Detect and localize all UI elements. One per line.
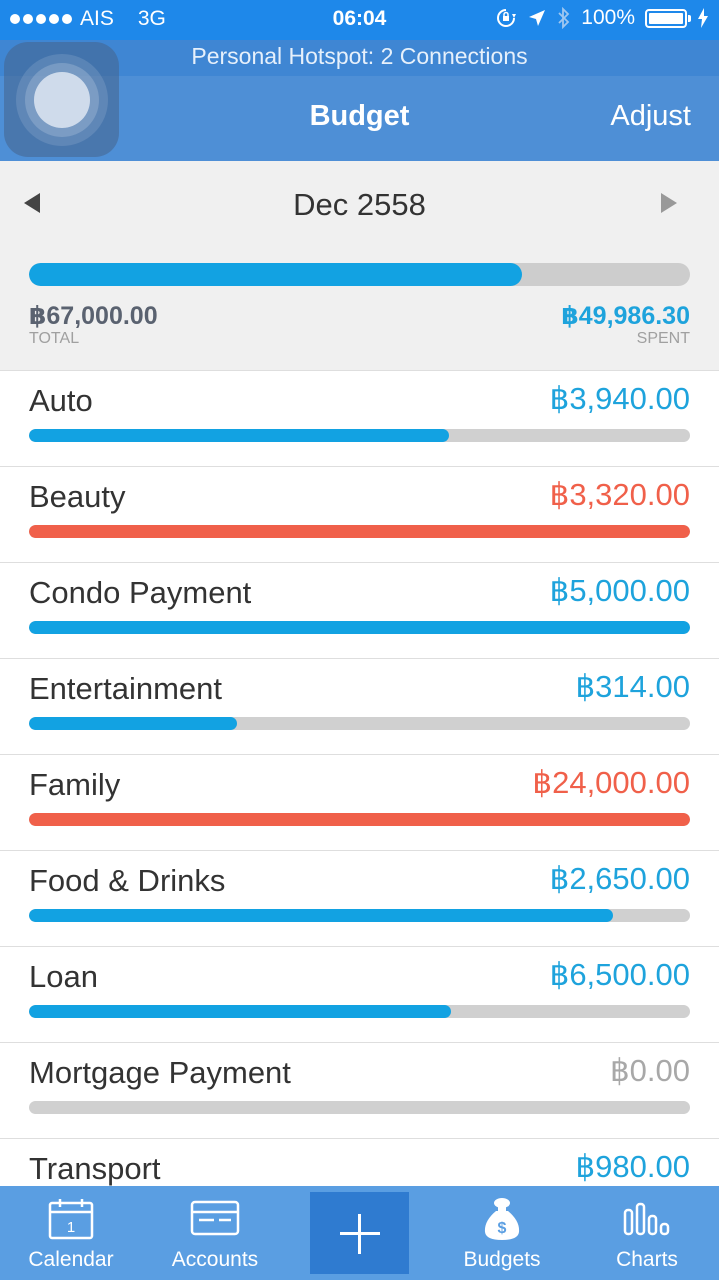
assistive-touch-button[interactable]	[4, 42, 119, 157]
calendar-day-number: 1	[67, 1219, 75, 1236]
category-amount: ฿980.00	[575, 1149, 690, 1184]
category-progress-fill	[29, 717, 237, 730]
category-row[interactable]: Food & Drinks ฿2,650.00	[0, 851, 719, 947]
category-amount: ฿6,500.00	[549, 957, 690, 992]
category-progress-fill	[29, 525, 690, 538]
calendar-icon: 1	[48, 1199, 94, 1240]
category-progress-bar	[29, 813, 690, 826]
category-amount: ฿24,000.00	[532, 765, 690, 800]
status-bar-right: 100%	[495, 6, 709, 30]
category-amount: ฿2,650.00	[549, 861, 690, 896]
charging-bolt-icon	[698, 8, 708, 28]
category-name: Family	[29, 767, 121, 802]
category-amount: ฿0.00	[609, 1053, 690, 1088]
category-progress-bar	[29, 621, 690, 634]
next-month-arrow-icon[interactable]	[661, 193, 677, 213]
spent-amount: ฿49,986.30	[561, 302, 690, 330]
tab-budgets[interactable]: $ Budgets	[431, 1186, 573, 1280]
tab-label: Accounts	[171, 1248, 259, 1271]
tab-label: Charts	[616, 1248, 678, 1271]
adjust-button[interactable]: Adjust	[610, 100, 691, 133]
month-label: Dec 2558	[293, 187, 426, 222]
status-bar: AIS 3G 06:04 100%	[0, 0, 719, 40]
card-icon	[190, 1200, 240, 1236]
category-progress-bar	[29, 525, 690, 538]
category-name: Condo Payment	[29, 575, 252, 610]
battery-icon	[645, 8, 691, 28]
category-name: Beauty	[29, 479, 126, 514]
battery-percent: 100%	[581, 6, 635, 29]
category-progress-fill	[29, 813, 690, 826]
assistive-touch-icon	[15, 53, 108, 146]
category-amount: ฿314.00	[575, 669, 690, 704]
rotation-lock-icon	[497, 9, 517, 27]
category-amount: ฿3,320.00	[549, 477, 690, 512]
bluetooth-icon	[558, 7, 570, 29]
category-name: Food & Drinks	[29, 863, 226, 898]
category-row[interactable]: Family ฿24,000.00	[0, 755, 719, 851]
category-name: Mortgage Payment	[29, 1055, 291, 1090]
category-list[interactable]: Auto ฿3,940.00 Beauty ฿3,320.00 Condo Pa…	[0, 370, 719, 1186]
tab-charts[interactable]: Charts	[575, 1186, 719, 1280]
total-label: TOTAL	[29, 330, 80, 347]
category-progress-fill	[29, 429, 449, 442]
money-bag-symbol: $	[498, 1220, 507, 1237]
category-row[interactable]: Auto ฿3,940.00	[0, 371, 719, 467]
category-progress-bar	[29, 1101, 690, 1114]
hotspot-text: Personal Hotspot: 2 Connections	[191, 43, 528, 69]
total-amount: ฿67,000.00	[29, 302, 158, 330]
tab-label: Budgets	[463, 1248, 541, 1271]
category-amount: ฿5,000.00	[549, 573, 690, 608]
bar-chart-icon	[623, 1202, 670, 1236]
category-name: Loan	[29, 959, 98, 994]
category-progress-bar	[29, 717, 690, 730]
category-row[interactable]: Entertainment ฿314.00	[0, 659, 719, 755]
category-progress-bar	[29, 1005, 690, 1018]
category-progress-bar	[29, 909, 690, 922]
tab-calendar[interactable]: 1 Calendar	[0, 1186, 142, 1280]
category-row[interactable]: Condo Payment ฿5,000.00	[0, 563, 719, 659]
money-bag-icon: $	[484, 1198, 520, 1240]
add-transaction-button[interactable]	[310, 1192, 409, 1274]
category-progress-bar	[29, 429, 690, 442]
category-amount: ฿3,940.00	[549, 381, 690, 416]
total-progress-fill	[29, 263, 523, 286]
category-progress-fill	[29, 621, 690, 634]
budget-summary: Dec 2558 ฿67,000.00 TOTAL ฿49,986.30 SPE…	[0, 161, 719, 370]
category-row[interactable]: Transport ฿980.00	[0, 1139, 719, 1186]
category-name: Auto	[29, 383, 93, 418]
category-name: Transport	[29, 1151, 161, 1186]
tab-bar: 1 Calendar Accounts $ Budgets Charts	[0, 1186, 719, 1280]
tab-accounts[interactable]: Accounts	[142, 1186, 288, 1280]
category-progress-fill	[29, 1005, 451, 1018]
location-arrow-icon	[529, 10, 546, 26]
category-row[interactable]: Mortgage Payment ฿0.00	[0, 1043, 719, 1139]
tab-label: Calendar	[28, 1248, 114, 1271]
category-row[interactable]: Beauty ฿3,320.00	[0, 467, 719, 563]
spent-label: SPENT	[636, 330, 690, 347]
total-progress-bar	[29, 263, 690, 286]
category-name: Entertainment	[29, 671, 222, 706]
category-row[interactable]: Loan ฿6,500.00	[0, 947, 719, 1043]
category-progress-fill	[29, 909, 613, 922]
